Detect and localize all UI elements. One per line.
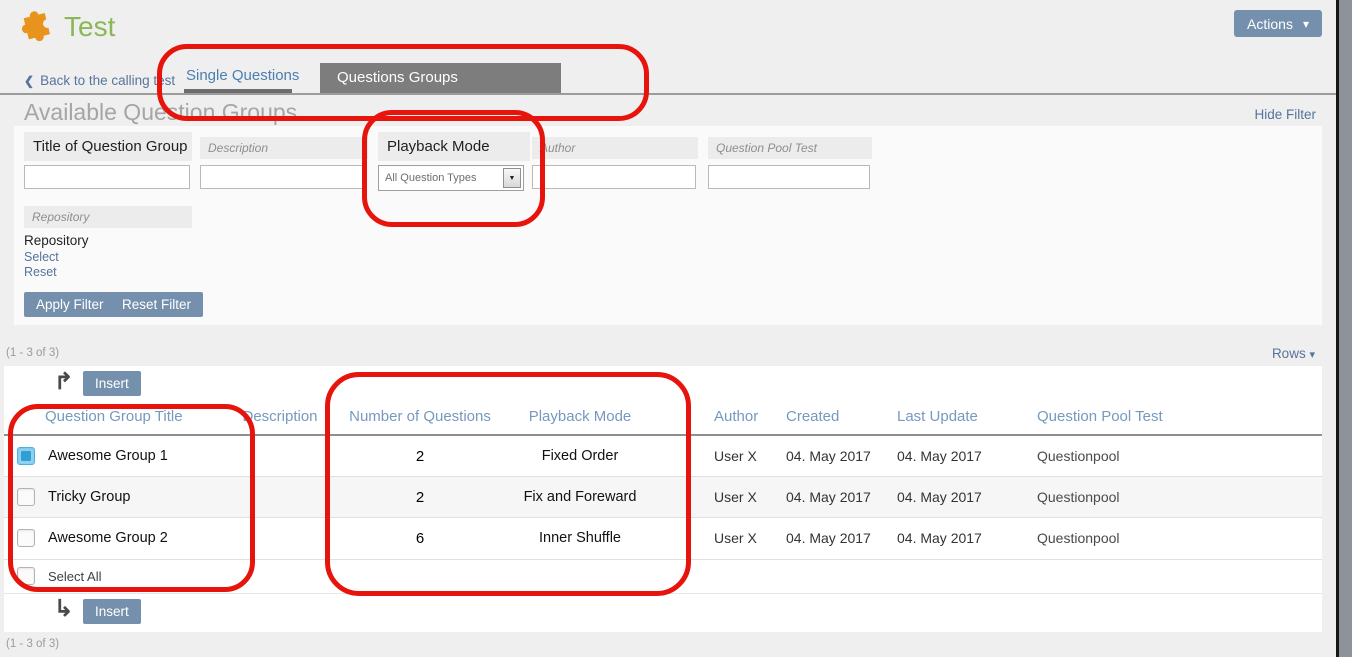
result-range-bottom: (1 - 3 of 3) [6, 638, 59, 650]
back-link-label: Back to the calling test [40, 73, 175, 88]
back-to-test-link[interactable]: ❮ Back to the calling test [24, 73, 175, 88]
nav-divider [0, 93, 1336, 95]
filter-label-playback-mode: Playback Mode [378, 132, 530, 161]
insert-bottom-button[interactable]: Insert [83, 599, 141, 624]
table-row: Awesome Group 1 2 Fixed Order User X 04.… [4, 436, 1322, 477]
row-checkbox-2[interactable] [17, 529, 35, 547]
col-question-pool-test[interactable]: Question Pool Test [1037, 400, 1163, 434]
row-question-pool: Questionpool [1037, 518, 1120, 559]
caret-down-icon: ▾ [1309, 349, 1315, 361]
row-num-questions: 2 [330, 477, 510, 518]
row-playback-mode: Inner Shuffle [490, 518, 670, 559]
arrow-down-right-icon: ↳ [54, 595, 73, 622]
col-last-update[interactable]: Last Update [897, 400, 978, 434]
chevron-left-icon: ❮ [24, 74, 34, 88]
window-edge-strip [1336, 0, 1352, 657]
insert-top-button[interactable]: Insert [83, 371, 141, 396]
tab-questions-groups[interactable]: Questions Groups [320, 63, 561, 93]
app-window: Test Actions ▾ ❮ Back to the calling test… [0, 0, 1352, 657]
reset-filter-button[interactable]: Reset Filter [110, 292, 203, 317]
filter-label-author: Author [532, 137, 698, 159]
select-all-label: Select All [48, 560, 101, 594]
col-question-group-title[interactable]: Question Group Title [45, 400, 183, 434]
row-author: User X [714, 477, 757, 518]
row-last-update: 04. May 2017 [897, 436, 982, 477]
question-groups-table: ↱ Insert Question Group Title Descriptio… [4, 366, 1322, 632]
row-created: 04. May 2017 [786, 477, 871, 518]
table-toolbar-top: ↱ Insert [4, 366, 1322, 400]
row-question-pool: Questionpool [1037, 436, 1120, 477]
row-created: 04. May 2017 [786, 436, 871, 477]
filter-label-title: Title of Question Group [24, 132, 192, 161]
filter-label-repository: Repository [24, 206, 192, 228]
row-playback-mode: Fix and Foreward [490, 477, 670, 518]
repository-value: Repository [24, 233, 89, 248]
filter-input-author[interactable] [532, 165, 696, 189]
playback-mode-selected-value: All Question Types [385, 172, 477, 184]
row-title: Tricky Group [48, 477, 130, 518]
col-description[interactable]: Description [240, 400, 320, 434]
row-playback-mode: Fixed Order [490, 436, 670, 477]
table-row: Tricky Group 2 Fix and Foreward User X 0… [4, 477, 1322, 518]
filter-input-title[interactable] [24, 165, 190, 189]
arrow-up-right-icon: ↱ [54, 368, 73, 395]
filter-input-description[interactable] [200, 165, 366, 189]
table-row: Awesome Group 2 6 Inner Shuffle User X 0… [4, 518, 1322, 560]
filter-panel: Title of Question Group Description Play… [14, 126, 1322, 325]
playback-mode-select[interactable]: All Question Types ▼ [378, 165, 524, 191]
row-created: 04. May 2017 [786, 518, 871, 559]
row-checkbox-1[interactable] [17, 488, 35, 506]
col-created[interactable]: Created [786, 400, 839, 434]
row-last-update: 04. May 2017 [897, 518, 982, 559]
caret-down-icon: ▾ [1303, 17, 1309, 31]
col-playback-mode[interactable]: Playback Mode [490, 400, 670, 434]
repository-reset-link[interactable]: Reset [24, 265, 57, 279]
actions-button[interactable]: Actions ▾ [1234, 10, 1322, 37]
filter-input-question-pool-test[interactable] [708, 165, 870, 189]
puzzle-icon [15, 8, 55, 48]
page-title: Available Question Groups [24, 99, 297, 126]
tab-single-questions[interactable]: Single Questions [186, 67, 299, 84]
rows-dropdown[interactable]: Rows ▾ [1272, 346, 1315, 361]
row-num-questions: 6 [330, 518, 510, 559]
row-question-pool: Questionpool [1037, 477, 1120, 518]
row-num-questions: 2 [330, 436, 510, 477]
select-arrow-icon[interactable]: ▼ [503, 168, 521, 188]
row-last-update: 04. May 2017 [897, 477, 982, 518]
result-range-top: (1 - 3 of 3) [6, 347, 59, 359]
row-checkbox-0[interactable] [17, 447, 35, 465]
page-header-title: Test [64, 11, 115, 43]
rows-label: Rows [1272, 346, 1306, 361]
row-author: User X [714, 436, 757, 477]
table-header-row: Question Group Title Description Number … [4, 400, 1322, 436]
select-all-checkbox[interactable] [17, 567, 35, 585]
repository-select-link[interactable]: Select [24, 250, 59, 264]
apply-filter-button[interactable]: Apply Filter [24, 292, 116, 317]
select-all-row: Select All [4, 560, 1322, 594]
actions-label: Actions [1247, 16, 1293, 32]
row-author: User X [714, 518, 757, 559]
row-title: Awesome Group 1 [48, 436, 168, 477]
col-number-of-questions[interactable]: Number of Questions [330, 400, 510, 434]
table-toolbar-bottom: ↳ Insert [4, 594, 1322, 632]
filter-label-question-pool-test: Question Pool Test [708, 137, 872, 159]
filter-label-description: Description [200, 137, 368, 159]
col-author[interactable]: Author [714, 400, 758, 434]
row-title: Awesome Group 2 [48, 518, 168, 559]
hide-filter-link[interactable]: Hide Filter [1254, 107, 1316, 122]
